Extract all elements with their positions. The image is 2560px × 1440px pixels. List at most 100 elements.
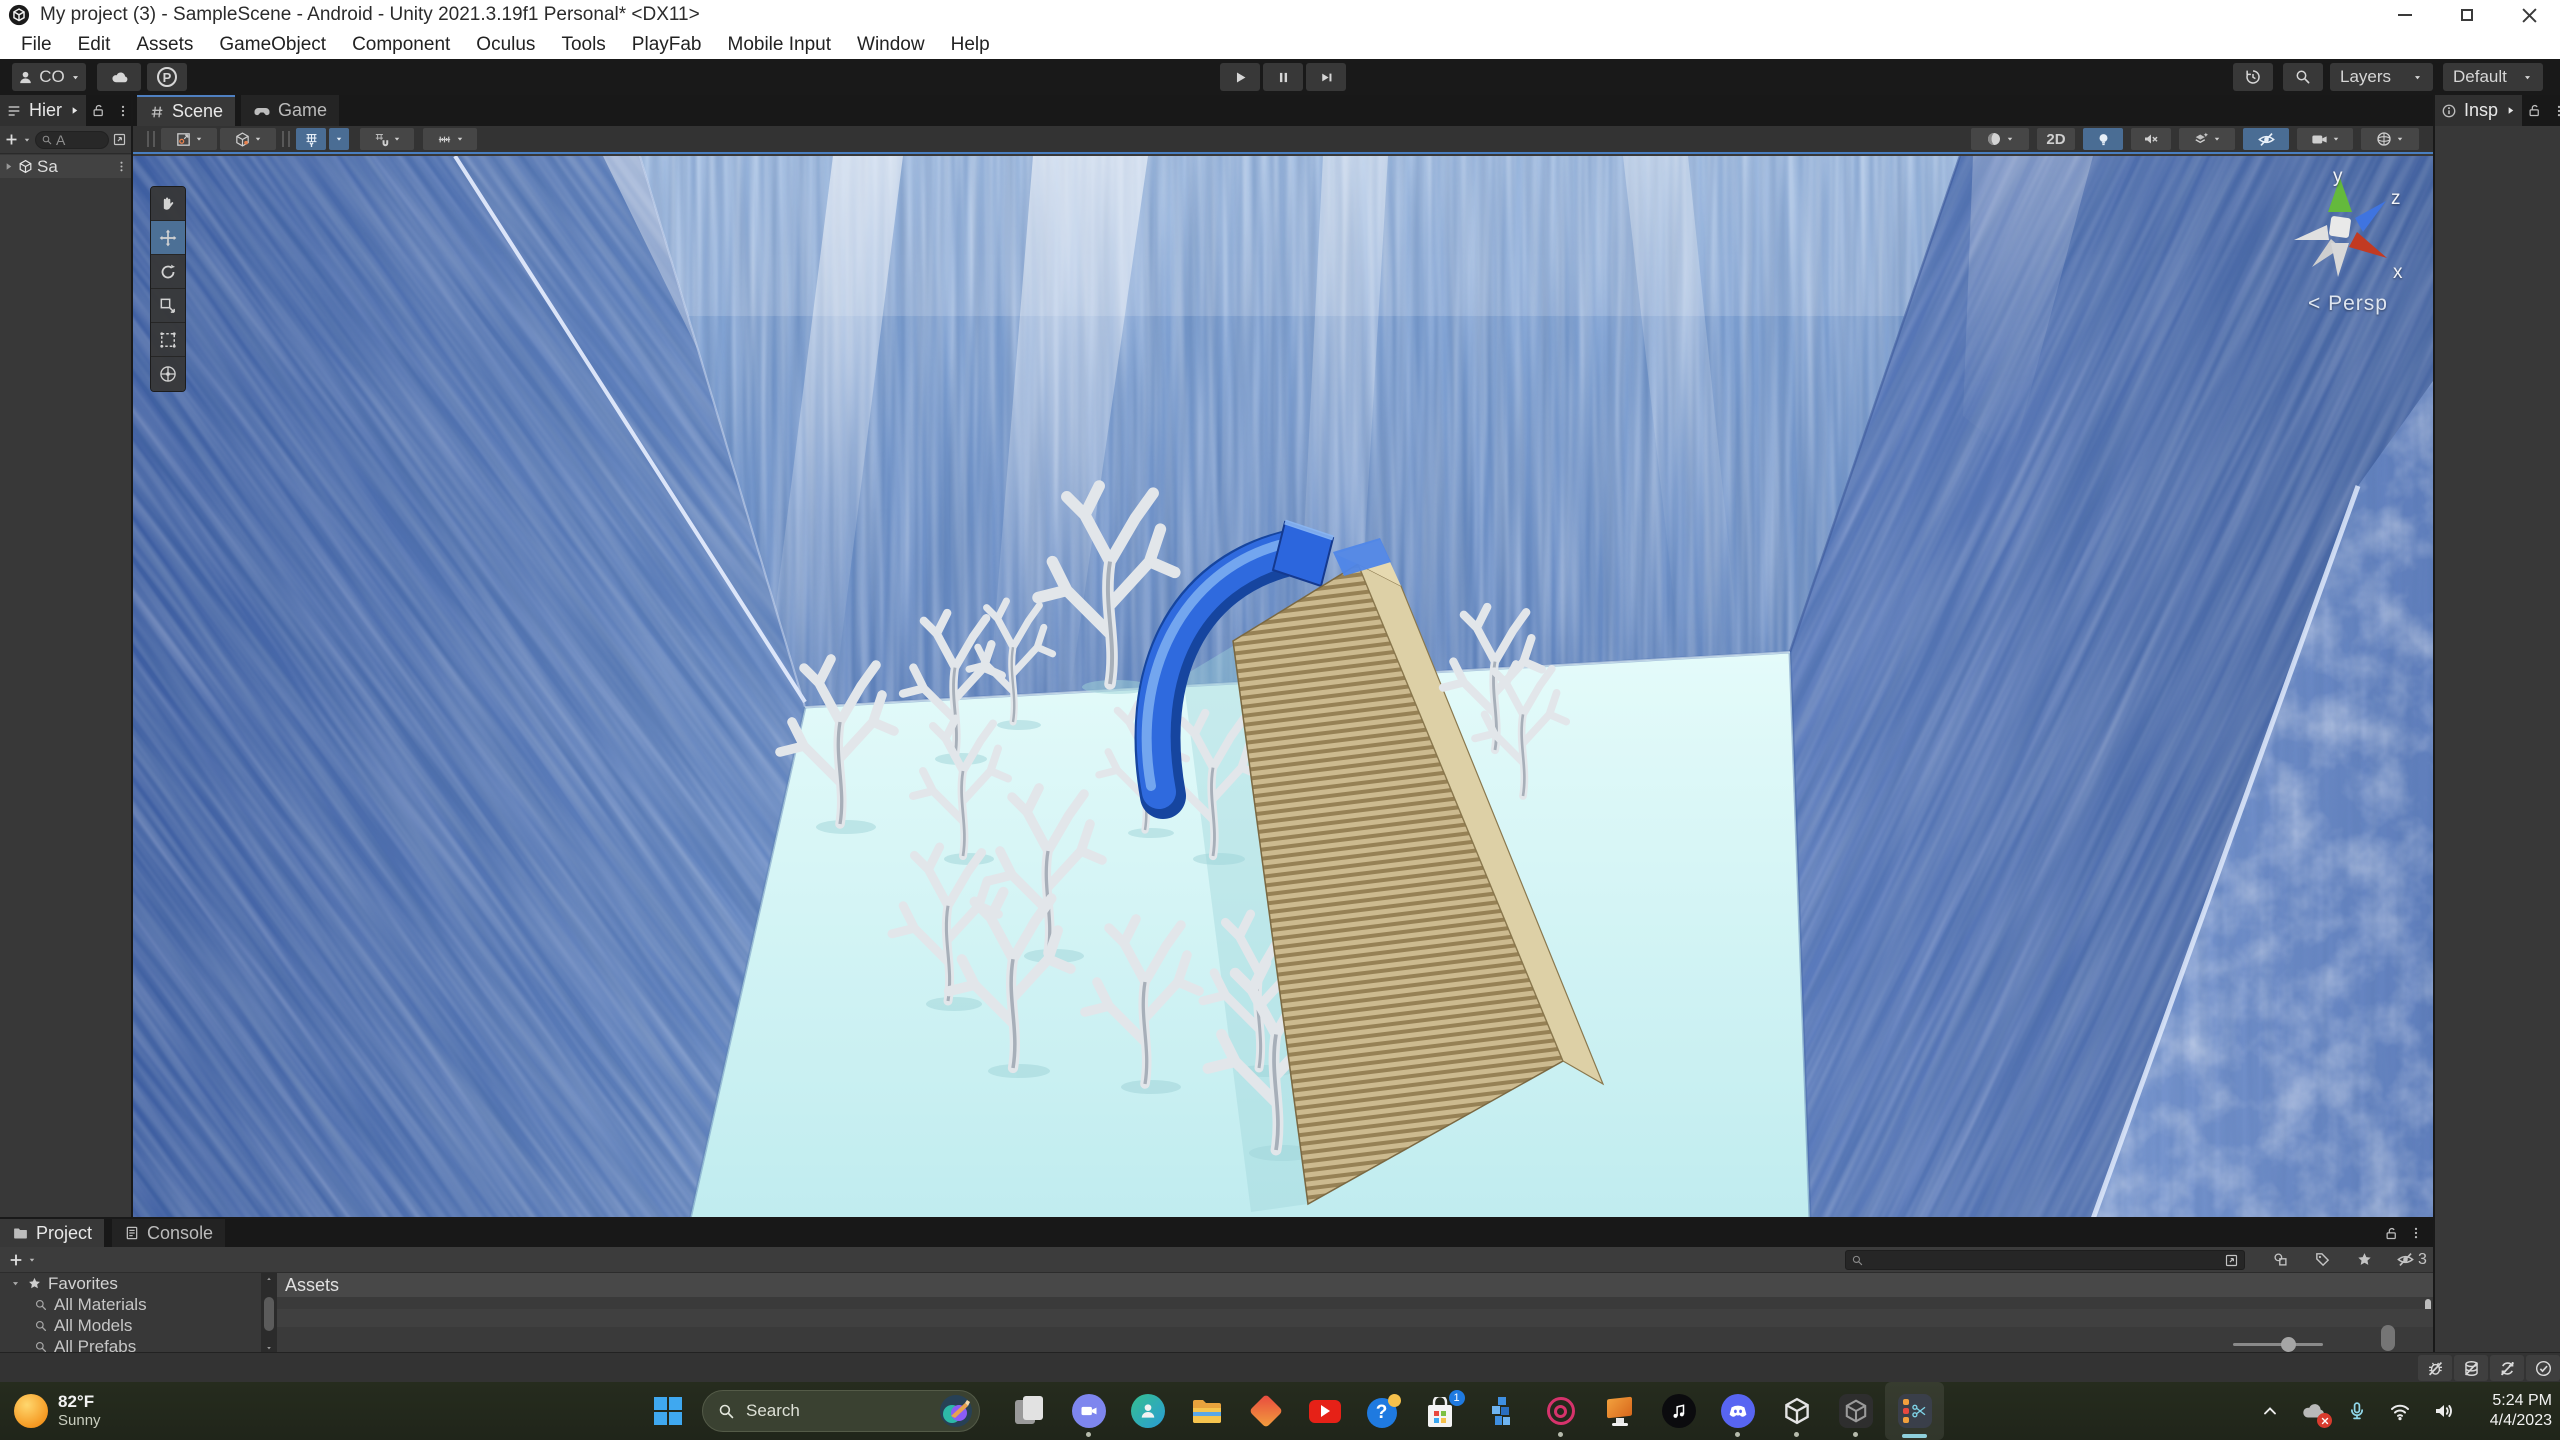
taskbar-app-task-view[interactable] — [1000, 1382, 1059, 1440]
caret-down-icon[interactable] — [27, 1255, 37, 1265]
menu-gameobject[interactable]: GameObject — [206, 34, 339, 56]
menu-help[interactable]: Help — [938, 34, 1003, 56]
scene-orientation-gizmo[interactable]: y z x < Persp — [2263, 170, 2433, 330]
toolbar-drag-handle[interactable] — [282, 131, 290, 147]
bing-daily-art-icon[interactable] — [939, 1394, 973, 1428]
grid-visibility-dropdown[interactable] — [329, 128, 349, 150]
tab-game[interactable]: Game — [241, 95, 339, 126]
maximize-button[interactable] — [2436, 0, 2498, 30]
scroll-up-icon[interactable] — [264, 1275, 274, 1283]
draw-mode-dropdown[interactable] — [1971, 128, 2029, 150]
move-tool-button[interactable] — [151, 221, 185, 255]
search-by-type-button[interactable] — [2272, 1251, 2289, 1268]
favorites-row[interactable]: Favorites — [0, 1273, 261, 1294]
cache-disabled-button[interactable] — [2454, 1355, 2488, 1381]
create-plus-icon[interactable] — [8, 1252, 24, 1268]
gizmos-dropdown[interactable] — [2361, 128, 2419, 150]
favorite-all-materials[interactable]: All Materials — [0, 1294, 261, 1315]
auto-refresh-disabled-button[interactable] — [2490, 1355, 2524, 1381]
menu-playfab[interactable]: PlayFab — [619, 34, 715, 56]
rotate-tool-button[interactable] — [151, 255, 185, 289]
rect-tool-button[interactable] — [151, 323, 185, 357]
hidden-objects-toggle[interactable] — [2243, 128, 2289, 150]
toolbar-drag-handle[interactable] — [147, 131, 155, 147]
taskbar-app-unity-hub[interactable] — [1767, 1382, 1826, 1440]
playfab-button[interactable]: P — [147, 63, 187, 91]
grid-snapping-dropdown[interactable] — [360, 128, 414, 150]
tray-onedrive[interactable] — [2300, 1398, 2326, 1424]
panel-menu-icon[interactable] — [2552, 104, 2560, 118]
debugger-disabled-button[interactable] — [2418, 1355, 2452, 1381]
transform-tool-button[interactable] — [151, 357, 185, 391]
taskbar-app-file-explorer[interactable] — [1177, 1382, 1236, 1440]
taskbar-app-youtube[interactable] — [1295, 1382, 1354, 1440]
hidden-packages-toggle[interactable]: 3 — [2396, 1250, 2427, 1269]
cloud-button[interactable] — [97, 63, 141, 91]
expand-arrow-icon[interactable] — [3, 161, 14, 172]
snap-increment-dropdown[interactable] — [423, 128, 477, 150]
start-button[interactable] — [646, 1391, 690, 1431]
grid-visibility-button[interactable] — [296, 128, 326, 150]
assets-breadcrumb[interactable]: Assets — [277, 1273, 2433, 1297]
step-button[interactable] — [1306, 63, 1346, 91]
tray-volume[interactable] — [2432, 1399, 2456, 1423]
menu-oculus[interactable]: Oculus — [463, 34, 548, 56]
weather-widget[interactable]: 82°F Sunny — [14, 1388, 101, 1434]
taskbar-app-microsoft-store[interactable]: 1 — [1413, 1382, 1472, 1440]
search-by-label-button[interactable] — [2314, 1251, 2331, 1268]
search-in-window-icon[interactable] — [2224, 1253, 2239, 1268]
undo-history-button[interactable] — [2233, 63, 2273, 91]
pause-button[interactable] — [1263, 63, 1303, 91]
taskbar-app-help[interactable]: ? — [1354, 1382, 1413, 1440]
camera-settings-dropdown[interactable] — [2297, 128, 2353, 150]
item-menu-icon[interactable] — [115, 160, 128, 173]
tab-inspector[interactable]: Insp — [2435, 95, 2522, 126]
scene-viewport[interactable]: y z x < Persp — [133, 156, 2433, 1219]
taskbar-app-unity-editor[interactable] — [1826, 1382, 1885, 1440]
menu-assets[interactable]: Assets — [123, 34, 206, 56]
panel-menu-icon[interactable] — [2409, 1226, 2423, 1240]
taskbar-app-3d-figure[interactable] — [1472, 1382, 1531, 1440]
layout-dropdown[interactable]: Default — [2443, 63, 2543, 91]
tab-project[interactable]: Project — [0, 1219, 104, 1247]
scroll-thumb[interactable] — [264, 1297, 274, 1331]
menu-tools[interactable]: Tools — [548, 34, 618, 56]
collapse-arrow-icon[interactable] — [10, 1278, 21, 1289]
zoom-slider-track[interactable] — [2233, 1343, 2323, 1346]
zoom-slider-thumb[interactable] — [2281, 1337, 2296, 1352]
saved-searches-button[interactable] — [2356, 1251, 2373, 1268]
perspective-label[interactable]: < Persp — [2263, 292, 2433, 316]
taskbar-app-discord[interactable] — [1708, 1382, 1767, 1440]
caret-down-icon[interactable] — [22, 135, 32, 145]
audio-mute-toggle[interactable] — [2131, 128, 2171, 150]
lock-icon[interactable] — [91, 103, 106, 118]
tray-chevron-button[interactable] — [2260, 1401, 2280, 1421]
2d-toggle-button[interactable]: 2D — [2037, 128, 2075, 150]
menu-mobile-input[interactable]: Mobile Input — [715, 34, 845, 56]
taskbar-app-screen[interactable] — [1590, 1382, 1649, 1440]
tab-scene[interactable]: Scene — [137, 95, 235, 126]
tool-handle-rotation-dropdown[interactable] — [220, 128, 276, 150]
tab-hierarchy[interactable]: Hier — [0, 95, 86, 126]
menu-edit[interactable]: Edit — [65, 34, 124, 56]
scene-viewport-render[interactable] — [133, 156, 2433, 1219]
taskbar-app-diamond[interactable] — [1236, 1382, 1295, 1440]
taskbar-app-chat-video[interactable] — [1059, 1382, 1118, 1440]
taskbar-search-box[interactable]: Search — [702, 1390, 980, 1432]
scale-tool-button[interactable] — [151, 289, 185, 323]
taskbar-app-tiktok[interactable] — [1649, 1382, 1708, 1440]
minimize-button[interactable] — [2374, 0, 2436, 30]
create-plus-icon[interactable] — [4, 132, 19, 147]
hierarchy-search-input[interactable]: A — [35, 131, 109, 149]
tab-console[interactable]: Console — [112, 1219, 225, 1247]
play-button[interactable] — [1220, 63, 1260, 91]
tool-handle-position-dropdown[interactable] — [161, 128, 217, 150]
popout-icon[interactable] — [112, 132, 127, 147]
tray-wifi[interactable] — [2388, 1399, 2412, 1423]
panel-menu-icon[interactable] — [116, 104, 130, 118]
search-button[interactable] — [2283, 63, 2323, 91]
lock-icon[interactable] — [2384, 1226, 2399, 1241]
menu-file[interactable]: File — [8, 34, 65, 56]
scroll-down-icon[interactable] — [264, 1344, 274, 1352]
axis-x-label[interactable]: x — [2393, 262, 2403, 284]
